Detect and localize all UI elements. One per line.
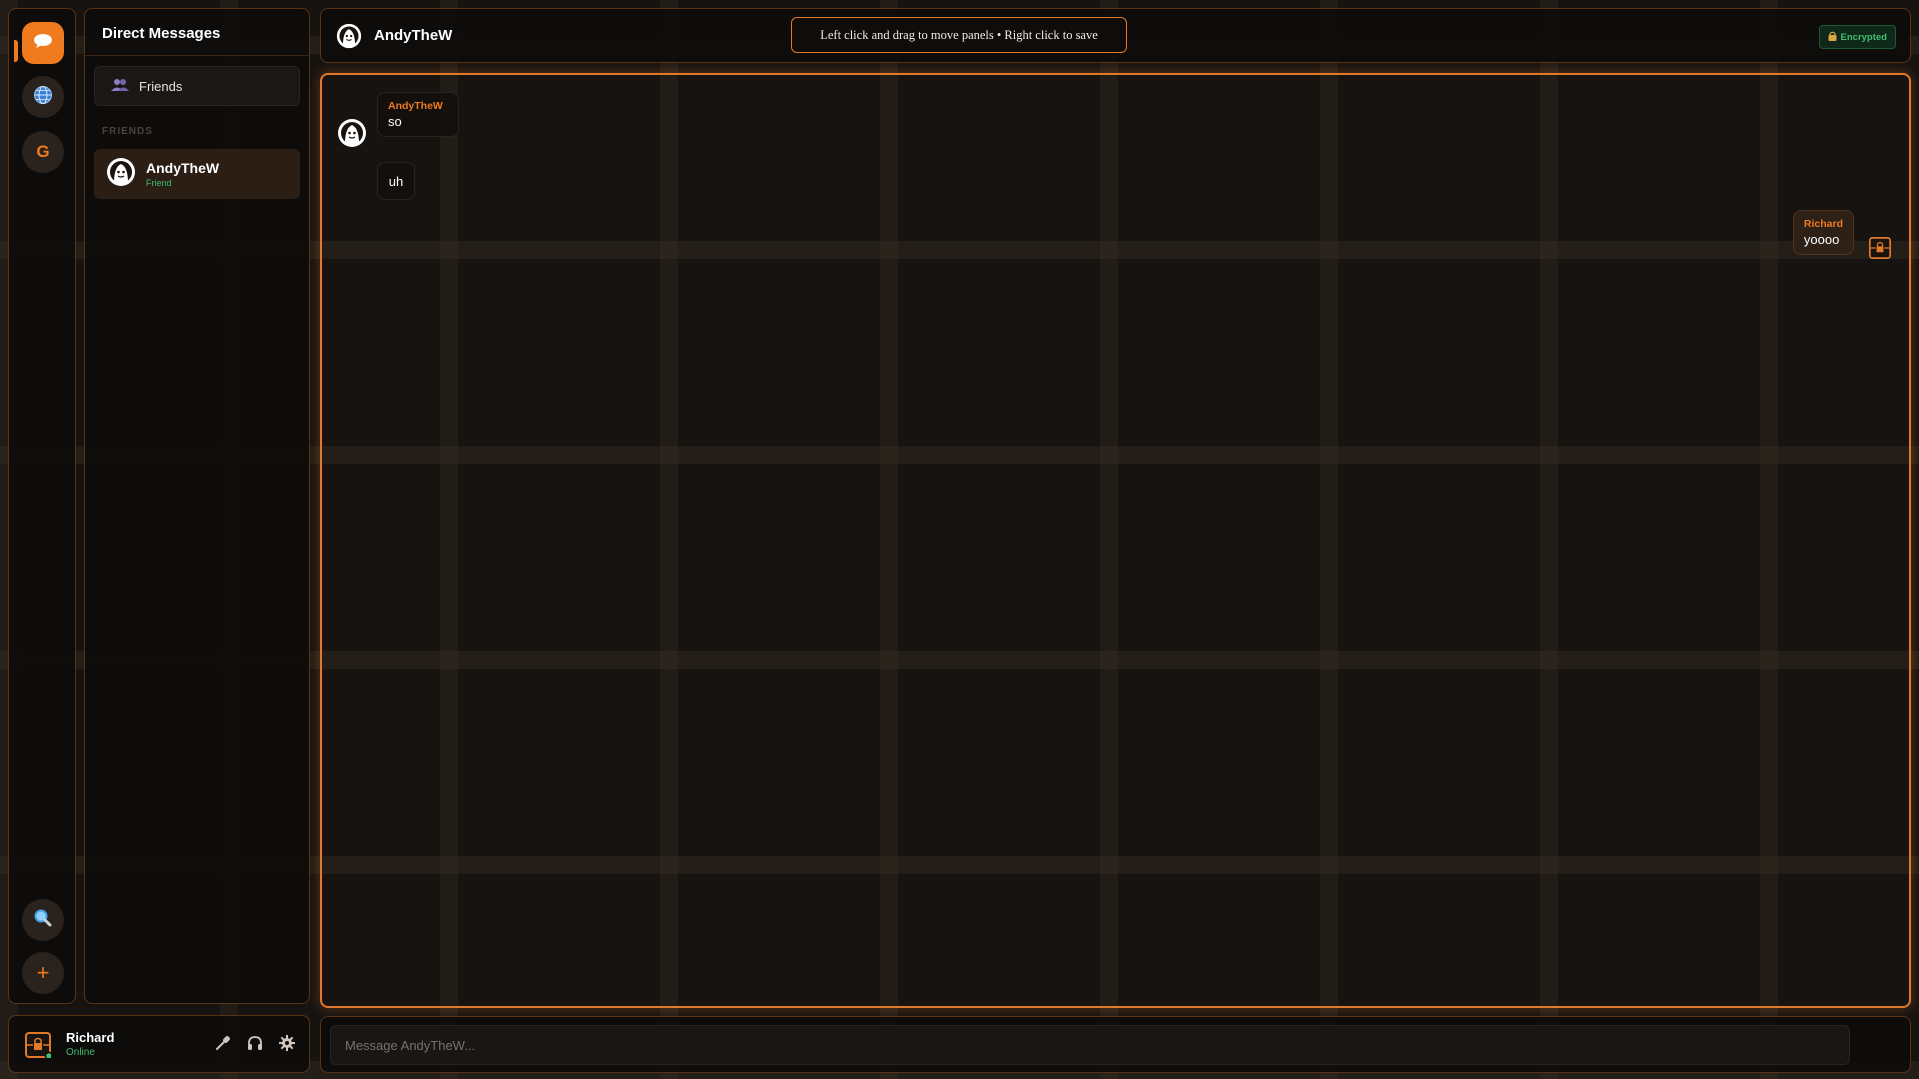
own-message-bubble[interactable]: Richard yoooo [1792,210,1854,255]
chat-header: AndyTheW Left click and drag to move pan… [320,8,1911,63]
user-name: Richard [66,1030,115,1045]
microphone-icon [215,1035,231,1056]
message-text: uh [388,173,404,189]
encrypted-badge: Encrypted [1818,25,1896,49]
user-avatar[interactable] [25,1032,54,1063]
friends-button-label: Friends [139,78,183,94]
user-bar: Richard Online [8,1015,310,1073]
plus-icon: + [36,960,50,985]
header-avatar [336,23,362,54]
home-button[interactable] [22,22,64,64]
search-icon [33,908,53,933]
settings-button[interactable] [277,1034,297,1056]
message-avatar [337,118,367,153]
message-bubble[interactable]: uh [377,162,415,200]
add-server-button[interactable]: + [22,952,64,994]
explore-button[interactable] [22,76,64,118]
microphone-button[interactable] [213,1035,233,1055]
chat-title: AndyTheW [374,27,453,44]
divider [85,55,309,56]
chat-bubble-icon [33,33,53,54]
friend-name: AndyTheW [146,160,220,176]
avatar [106,157,136,192]
headphones-button[interactable] [245,1035,265,1055]
search-button[interactable] [22,899,64,941]
sidebar-title: Direct Messages [102,25,221,42]
own-avatar [1869,237,1891,264]
user-status: Online [66,1047,95,1058]
composer [320,1016,1911,1073]
friend-item[interactable]: AndyTheW Friend [94,149,300,199]
message-bubble[interactable]: AndyTheW so [377,92,459,137]
message-author: AndyTheW [388,100,443,112]
message-text: yoooo [1803,232,1840,247]
message-input[interactable] [330,1025,1850,1065]
section-label: FRIENDS [102,126,153,137]
headphones-icon [247,1035,263,1056]
gear-icon [279,1034,295,1056]
friend-status: Friend [146,178,172,188]
panel-hint-banner: Left click and drag to move panels • Rig… [791,17,1127,53]
message-text: so [388,114,402,129]
lock-icon [1828,31,1837,44]
active-indicator [14,40,18,62]
friends-button[interactable]: Friends [94,66,300,106]
message-author: Richard [1803,218,1843,230]
server-g-button[interactable]: G [22,131,64,173]
friend-info: AndyTheW Friend [146,160,219,188]
friends-icon [111,78,129,95]
encrypted-label: Encrypted [1840,31,1887,43]
globe-icon [33,85,53,110]
server-rail: G + [8,8,76,1004]
message-area[interactable]: AndyTheW so uh Richard yoooo [320,73,1911,1008]
dm-sidebar: Direct Messages Friends FRIENDS AndyTheW… [84,8,310,1004]
server-initial: G [36,142,50,161]
